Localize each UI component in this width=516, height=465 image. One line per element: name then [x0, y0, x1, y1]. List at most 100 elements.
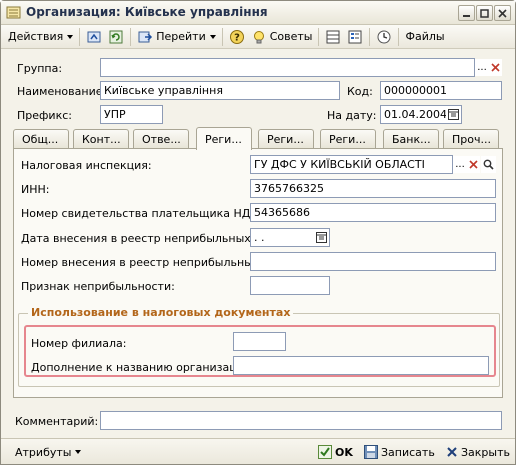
calendar-icon [316, 232, 327, 243]
search-icon [483, 159, 494, 170]
checkmark-icon [318, 445, 332, 459]
table-icon [326, 30, 340, 43]
tax-office-open-button[interactable] [481, 156, 496, 173]
list-icon [348, 30, 362, 43]
date-label: На дату: [327, 109, 377, 122]
lightbulb-icon [253, 30, 264, 43]
help-icon: ? [229, 29, 244, 44]
nonprofit-number-label: Номер внесения в реестр неприбыльных: [21, 256, 264, 269]
prefix-field[interactable]: УПР [100, 105, 163, 124]
tax-office-field[interactable]: ГУ ДФС У КИЇВСЬКІЙ ОБЛАСТІ [250, 155, 453, 174]
clear-icon [491, 63, 500, 72]
toolbar-separator [398, 27, 400, 46]
tips-label: Советы [269, 30, 313, 43]
ok-button[interactable]: OK [318, 443, 353, 461]
nonprofit-sign-field[interactable] [250, 276, 330, 295]
vat-cert-field[interactable]: 54365686 [250, 203, 496, 222]
nonprofit-date-calendar-button[interactable] [314, 229, 329, 246]
refresh-button[interactable] [105, 27, 127, 47]
tab-general[interactable]: Общ... [13, 129, 69, 149]
clock-icon [377, 30, 391, 43]
history-button[interactable] [373, 27, 395, 47]
minimize-icon [463, 14, 470, 17]
nonprofit-date-label: Дата внесения в реестр неприбыльных: [21, 232, 255, 245]
attributes-menu-button[interactable]: Атрибуты [15, 443, 82, 461]
branch-number-label: Номер филиала: [31, 337, 127, 350]
tab-bank[interactable]: Банк... [383, 129, 439, 149]
nonprofit-sign-label: Признак неприбыльности: [21, 280, 175, 293]
files-label: Файлы [405, 30, 445, 43]
save-icon [364, 445, 378, 459]
goto-menu-button[interactable]: Перейти [134, 27, 219, 47]
goto-icon [138, 31, 153, 42]
close-icon [498, 8, 507, 18]
attributes-label: Атрибуты [15, 445, 72, 459]
files-button[interactable]: Файлы [402, 27, 447, 47]
maximize-icon [480, 8, 489, 18]
name-addition-field[interactable] [233, 356, 489, 375]
code-field[interactable]: 000000001 [380, 81, 502, 100]
tab-contacts[interactable]: Конт... [73, 129, 129, 149]
clear-icon [469, 160, 478, 169]
close-icon [447, 447, 457, 457]
toolbar-separator [318, 27, 320, 46]
help-button[interactable]: ? [226, 27, 248, 47]
go-up-level-icon [87, 31, 101, 42]
tax-office-select-button[interactable]: ... [453, 156, 467, 173]
group-label: Группа: [17, 62, 63, 75]
vat-cert-label: Номер свидетельства плательщика НДС: [21, 207, 262, 220]
ellipsis-icon: ... [477, 62, 487, 73]
close-window-button[interactable] [494, 5, 511, 21]
tab-responsible[interactable]: Отве... [133, 129, 189, 149]
group-field[interactable] [100, 58, 475, 77]
maximize-button[interactable] [476, 5, 493, 21]
footer-bar: Атрибуты OK Записать Закрыть [1, 438, 515, 464]
comment-field[interactable] [100, 411, 502, 430]
branch-number-field[interactable] [233, 332, 286, 351]
name-field[interactable]: Київське управління [100, 81, 340, 100]
toolbar: Действия Перейти ? Советы Файлы [1, 25, 515, 49]
code-label: Код: [347, 85, 373, 98]
tab-registration-3[interactable]: Реги... [320, 129, 376, 149]
calendar-icon [448, 109, 459, 120]
toolbar-separator [130, 27, 132, 46]
toolbar-separator [79, 27, 81, 46]
save-button[interactable]: Записать [364, 443, 435, 461]
close-button[interactable]: Закрыть [446, 443, 510, 461]
toolbar-separator [369, 27, 371, 46]
date-calendar-button[interactable] [446, 106, 461, 123]
tab-registration-2[interactable]: Реги... [258, 129, 314, 149]
chevron-down-icon [67, 34, 74, 39]
go-up-button[interactable] [83, 27, 105, 47]
close-label: Закрыть [461, 445, 510, 459]
organization-window: Организация: Київське управління Действи… [0, 0, 516, 465]
structure-button[interactable] [322, 27, 344, 47]
catalog-icon [6, 6, 21, 19]
tab-other[interactable]: Проч... [443, 129, 499, 149]
save-label: Записать [381, 445, 435, 459]
inn-label: ИНН: [21, 183, 50, 196]
name-addition-label: Дополнение к названию организации: [31, 361, 255, 374]
refresh-icon [109, 30, 123, 43]
tax-docs-group-title: Использование в налоговых документах [28, 306, 294, 319]
tips-button[interactable]: Советы [248, 27, 316, 47]
chevron-down-icon [209, 34, 216, 39]
subordinate-button[interactable] [344, 27, 366, 47]
tab-registration[interactable]: Реги... [196, 127, 252, 150]
window-title: Организация: Київське управління [26, 5, 268, 19]
comment-label: Комментарий: [15, 415, 99, 428]
group-clear-button[interactable] [489, 59, 502, 76]
goto-label: Перейти [156, 30, 206, 43]
actions-menu-button[interactable]: Действия [5, 27, 76, 47]
title-bar: Организация: Київське управління [1, 1, 515, 25]
svg-text:?: ? [234, 32, 240, 43]
group-select-button[interactable]: ... [475, 59, 489, 76]
chevron-down-icon [75, 450, 82, 454]
tax-office-clear-button[interactable] [467, 156, 480, 173]
ok-label: OK [335, 445, 353, 459]
tax-office-label: Налоговая инспекция: [21, 159, 152, 172]
inn-field[interactable]: 3765766325 [250, 179, 496, 198]
nonprofit-number-field[interactable] [250, 252, 496, 271]
actions-label: Действия [8, 30, 64, 43]
minimize-button[interactable] [458, 5, 475, 21]
